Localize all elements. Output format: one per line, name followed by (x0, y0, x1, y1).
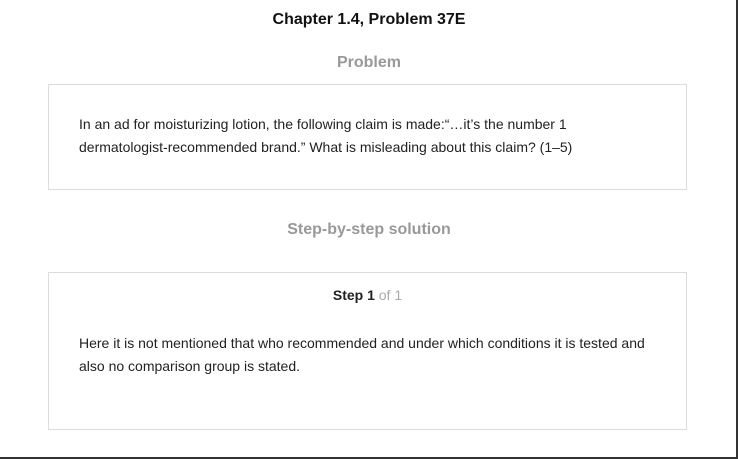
solution-text: Here it is not mentioned that who recomm… (79, 335, 645, 374)
step-indicator: Step 1 of 1 (49, 287, 686, 303)
problem-heading: Problem (336, 54, 401, 71)
solution-card: Step 1 of 1 Here it is not mentioned tha… (48, 272, 687, 430)
problem-text: In an ad for moisturizing lotion, the fo… (79, 116, 573, 155)
step-total: of 1 (378, 287, 403, 303)
page-title: Chapter 1.4, Problem 37E (272, 11, 466, 28)
solution-heading: Step-by-step solution (287, 221, 451, 238)
problem-card: In an ad for moisturizing lotion, the fo… (48, 84, 687, 190)
step-number: Step 1 (332, 287, 375, 303)
